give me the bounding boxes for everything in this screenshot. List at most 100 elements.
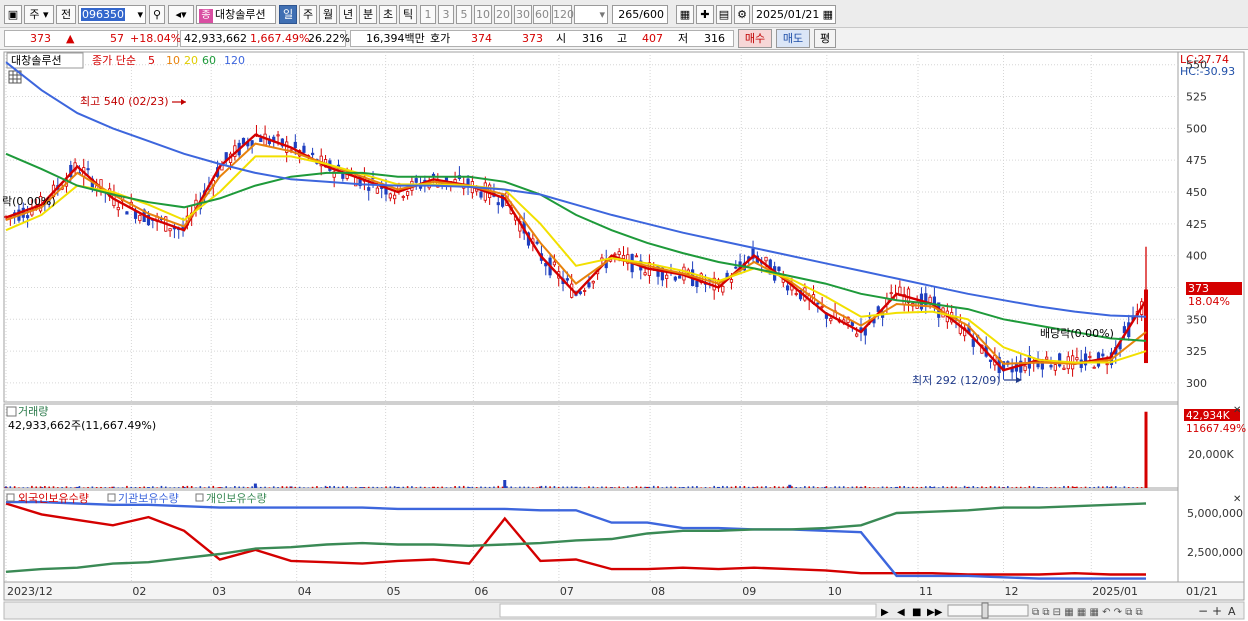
period-tab-week[interactable]: 주 (299, 5, 317, 24)
price-panel[interactable] (3, 51, 1179, 403)
volume-bar-small (575, 487, 577, 488)
candle-body (302, 145, 306, 153)
scrollbar-track[interactable] (499, 603, 877, 618)
volume-bar-small (734, 485, 737, 488)
volume-bar-small (847, 487, 849, 488)
legend-individual[interactable]: 개인보유수량 (206, 492, 267, 505)
last-price-tag-text: 373 (1188, 282, 1209, 295)
chevron-down-icon[interactable]: ▾ (137, 6, 143, 23)
gear-icon[interactable]: ⚙ (734, 5, 750, 24)
prev-icon[interactable]: ◀ (897, 607, 905, 618)
date-field[interactable]: 2025/01/21 ▦ (752, 5, 836, 24)
interval-20[interactable]: 20 (494, 5, 512, 24)
search-icon[interactable]: ⚲ (149, 5, 165, 24)
volume-bar-small (100, 486, 102, 488)
legend-stock-name[interactable]: 대창솔루션 (11, 54, 62, 67)
legend-institution[interactable]: 기관보유수량 (118, 492, 179, 505)
legend-ma20[interactable]: 20 (184, 54, 198, 67)
interval-10[interactable]: 10 (474, 5, 492, 24)
period-tab-day[interactable]: 일 (279, 5, 297, 24)
period-tab-minute[interactable]: 분 (359, 5, 377, 24)
volume-bar-small (354, 486, 357, 488)
volume-bar-small (52, 486, 55, 488)
close-icon[interactable]: ✕ (1233, 494, 1241, 505)
candle-body (479, 191, 483, 198)
period-code-select[interactable]: 주 ▾ (24, 5, 54, 24)
save-icon[interactable]: ▤ (716, 5, 732, 24)
volume-panel[interactable] (3, 403, 1179, 489)
data-count-field[interactable]: 265/600 (612, 5, 668, 24)
volume-panel-icon[interactable] (6, 406, 17, 417)
fast-forward-icon[interactable]: ▶▶ (927, 607, 943, 618)
calendar-icon[interactable]: ▦ (823, 6, 833, 23)
window-split-icon[interactable]: ⧉ ⧉ ⊟ ▦ ▦ ▦ ↶ ↷ ⧉ ⧉ (1032, 607, 1143, 618)
chart-area[interactable]: 대창솔루션 종가 단순 5 10 20 60 120 LC:27.74 HC:-… (0, 50, 1248, 621)
volume-bar-small (756, 486, 759, 488)
legend-foreign[interactable]: 외국인보유수량 (18, 492, 89, 505)
interval-30[interactable]: 30 (514, 5, 532, 24)
chart-svg[interactable]: 대창솔루션 종가 단순 5 10 20 60 120 LC:27.74 HC:-… (0, 50, 1248, 621)
close-icon[interactable]: ✕ (1233, 405, 1241, 416)
buy-button[interactable]: 매수 (738, 29, 772, 48)
eval-button[interactable]: 평 (814, 29, 836, 48)
volume-bar-small (428, 487, 430, 488)
interval-1[interactable]: 1 (420, 5, 436, 24)
volume-bar-small (432, 487, 435, 488)
period-tab-month[interactable]: 월 (319, 5, 337, 24)
zoom-in-icon[interactable]: + (1212, 604, 1222, 618)
up-arrow-icon: ▲ (66, 32, 75, 45)
volume-bar-small (959, 487, 962, 488)
interval-60[interactable]: 60 (533, 5, 551, 24)
interval-5[interactable]: 5 (456, 5, 472, 24)
x-axis-area (3, 581, 1245, 601)
candle-body (276, 134, 280, 137)
volume-bar-small (937, 487, 940, 488)
interval-3[interactable]: 3 (438, 5, 454, 24)
zoom-slider-handle[interactable] (981, 602, 989, 619)
sell-button[interactable]: 매도 (776, 29, 810, 48)
volume-bar-small (380, 487, 383, 488)
volume-bar-small (169, 487, 171, 488)
chart-window-icon[interactable]: ▣ (4, 5, 22, 24)
chevron-down-icon[interactable]: ▾ (599, 6, 605, 23)
volume-bar-small (687, 486, 690, 488)
speaker-icon[interactable]: ◂▾ (168, 5, 194, 24)
prev-button[interactable]: 전 (56, 5, 76, 24)
interval-custom-select[interactable]: ▾ (574, 5, 608, 24)
volume-bar-small (592, 486, 595, 488)
interval-120[interactable]: 120 (552, 5, 574, 24)
candle-icon[interactable]: ▦ (676, 5, 694, 24)
play-icon[interactable]: ▶ (881, 607, 889, 618)
auto-fit-icon[interactable]: A (1228, 605, 1236, 618)
period-tab-second[interactable]: 초 (379, 5, 397, 24)
legend-close-simple[interactable]: 종가 단순 (92, 54, 136, 67)
volume-bar-small (532, 487, 534, 488)
legend-ma5[interactable]: 5 (148, 54, 155, 67)
volume-bar-small (627, 486, 629, 488)
holdings-icon[interactable] (6, 493, 15, 502)
volume-bar-small (195, 487, 197, 488)
legend-ma120[interactable]: 120 (224, 54, 245, 67)
turnover-rate: 26.22% (308, 32, 350, 45)
stock-name-field[interactable]: 종 대창솔루션 (196, 5, 276, 24)
volume-bar-small (730, 486, 733, 488)
volume-bar-small (760, 486, 763, 488)
period-tab-year[interactable]: 년 (339, 5, 357, 24)
open-label: 시 (556, 32, 567, 45)
volume-bar-small (786, 486, 789, 488)
zoom-out-icon[interactable]: − (1198, 604, 1208, 618)
stock-code-input[interactable]: 096350 ▾ (78, 5, 146, 24)
volume-bar-small (324, 485, 327, 488)
holdings-panel[interactable] (3, 489, 1179, 583)
stop-icon[interactable]: ■ (912, 607, 921, 618)
period-tab-tick[interactable]: 틱 (399, 5, 417, 24)
candle-body (665, 274, 669, 280)
ex-dividend-left: 락(0.00%) (2, 195, 56, 208)
legend-ma10[interactable]: 10 (166, 54, 180, 67)
volume-bar-small (553, 486, 556, 488)
volume-bar-small (264, 486, 266, 488)
crosshair-icon[interactable]: ✚ (696, 5, 714, 24)
holdings-icon[interactable] (195, 493, 204, 502)
holdings-icon[interactable] (107, 493, 116, 502)
legend-ma60[interactable]: 60 (202, 54, 216, 67)
